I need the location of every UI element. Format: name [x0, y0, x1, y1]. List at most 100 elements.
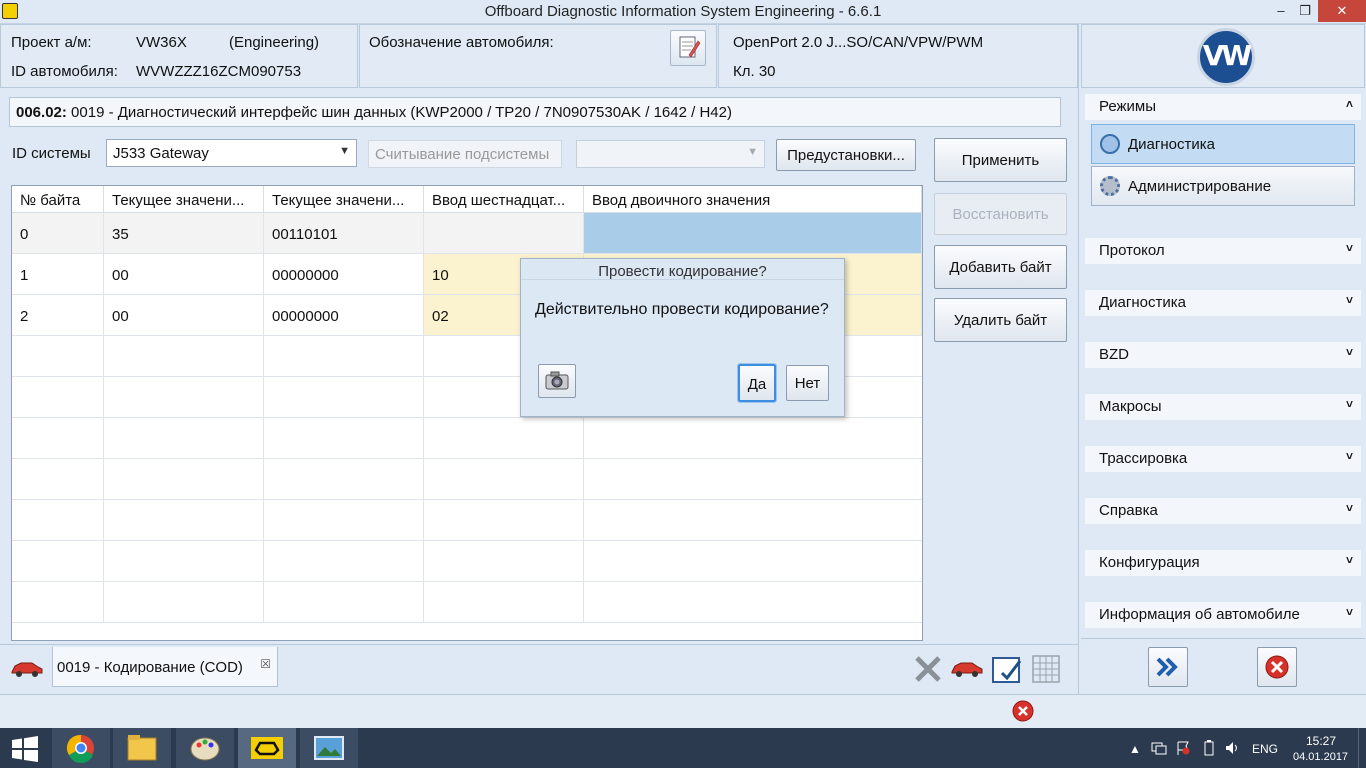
clock-date[interactable]: 04.01.2017 [1293, 751, 1348, 763]
car-icon[interactable] [950, 657, 984, 679]
language-indicator[interactable]: ENG [1252, 742, 1278, 756]
photo-icon [314, 736, 344, 760]
show-desktop-button[interactable] [1358, 728, 1366, 768]
read-subsystem-label: Считывание подсистемы [375, 146, 550, 163]
network-icon[interactable] [1150, 740, 1168, 756]
taskbar-photos[interactable] [300, 728, 358, 768]
section-vehicle-info[interactable]: Информация об автомобиле ˅ [1085, 602, 1361, 628]
chevron-down-icon: ˅ [1345, 397, 1353, 411]
section-trace[interactable]: Трассировка ˅ [1085, 446, 1361, 472]
mode-administration-button[interactable]: Администрирование [1091, 166, 1355, 206]
column-header-byte-no[interactable]: № байта [12, 186, 104, 213]
terminal-status: Кл. 30 [733, 63, 776, 80]
chevron-down-icon: ˅ [1345, 241, 1353, 255]
chevron-down-icon: ˅ [1345, 345, 1353, 359]
vin-value: WVWZZZ16ZCM090753 [136, 63, 302, 80]
windows-start-icon[interactable] [10, 736, 40, 762]
tab-close-icon[interactable]: ☒ [260, 657, 271, 671]
close-window-button[interactable]: ✕ [1318, 0, 1366, 22]
tools-icon[interactable] [912, 653, 944, 685]
add-byte-button[interactable]: Добавить байт [934, 245, 1067, 289]
table-row[interactable]: 0 35 00110101 [12, 213, 922, 254]
empty-table-row [12, 541, 922, 582]
column-header-current-binary[interactable]: Текущее значени... [264, 186, 424, 213]
column-header-current-hex[interactable]: Текущее значени... [104, 186, 264, 213]
status-bar [0, 694, 1366, 728]
headline-text: 0019 - Диагностический интерфейс шин дан… [66, 104, 732, 121]
tray-expand-icon[interactable]: ▲ [1129, 742, 1141, 756]
section-help[interactable]: Справка ˅ [1085, 498, 1361, 524]
system-id-select[interactable]: J533 Gateway ▼ [106, 139, 357, 167]
delete-byte-button[interactable]: Удалить байт [934, 298, 1067, 342]
section-label: Конфигурация [1099, 554, 1200, 571]
taskbar-chrome[interactable] [52, 728, 110, 768]
no-button[interactable]: Нет [786, 365, 829, 401]
current-hex-cell: 00 [104, 254, 264, 294]
engine-warning-icon [251, 737, 283, 759]
checklist-icon[interactable] [990, 653, 1024, 687]
windows-taskbar: ▲ ENG 15:27 04.01.2017 [0, 728, 1366, 768]
camera-icon [545, 371, 569, 390]
project-value: VW36X [136, 34, 187, 51]
edit-notes-button[interactable] [670, 30, 706, 66]
hex-input-cell[interactable] [424, 213, 584, 253]
error-status-icon[interactable] [1011, 699, 1035, 723]
chevron-down-icon: ˅ [1345, 501, 1353, 515]
chevron-down-icon: ˅ [1345, 553, 1353, 567]
current-hex-cell: 35 [104, 213, 264, 253]
section-protocol[interactable]: Протокол ˅ [1085, 238, 1361, 264]
vehicle-designation-panel: 006.02: Обозначение автомобиля: [359, 24, 717, 88]
restore-button[interactable]: Восстановить [934, 193, 1067, 235]
clock-time[interactable]: 15:27 [1306, 734, 1336, 748]
section-macros[interactable]: Макросы ˅ [1085, 394, 1361, 420]
volume-icon[interactable] [1224, 740, 1240, 756]
yes-button[interactable]: Да [737, 363, 777, 403]
tab-coding[interactable]: 0019 - Кодирование (COD) ☒ [52, 647, 278, 687]
column-header-binary-input[interactable]: Ввод двоичного значения [584, 186, 922, 213]
current-binary-cell: 00000000 [264, 295, 424, 335]
project-label: Проект а/м: [11, 34, 92, 51]
system-id-value: J533 Gateway [113, 145, 209, 162]
tab-label: 0019 - Кодирование (COD) [57, 659, 243, 676]
taskbar-odis[interactable] [238, 728, 296, 768]
forward-button[interactable] [1148, 647, 1188, 687]
battery-icon[interactable] [1203, 740, 1215, 756]
vw-logo-icon: VW [1197, 28, 1255, 86]
empty-table-row [12, 582, 922, 623]
restore-button[interactable]: ❐ [1288, 0, 1322, 22]
cancel-button[interactable] [1257, 647, 1297, 687]
column-header-hex-input[interactable]: Ввод шестнадцат... [424, 186, 584, 213]
section-modes-header[interactable]: Режимы ˄ [1085, 94, 1361, 120]
apply-button[interactable]: Применить [934, 138, 1067, 182]
flag-icon[interactable] [1175, 740, 1191, 756]
control-unit-headline: 006.02: 0019 - Диагностический интерфейс… [9, 97, 1061, 127]
section-label: Информация об автомобиле [1099, 606, 1300, 623]
section-bzd[interactable]: BZD ˅ [1085, 342, 1361, 368]
grid-icon[interactable] [1030, 653, 1062, 685]
mode-label: Администрирование [1128, 178, 1272, 195]
read-subsystem-button[interactable]: Считывание подсистемы [368, 140, 562, 168]
empty-table-row [12, 500, 922, 541]
dialog-title: Провести кодирование? [598, 263, 767, 280]
subsystem-select[interactable]: ▼ [576, 140, 765, 168]
window-title-bar: Offboard Diagnostic Information System E… [0, 0, 1366, 24]
brand-logo-box: VW [1081, 24, 1365, 88]
binary-input-cell[interactable] [584, 213, 922, 253]
section-label: Макросы [1099, 398, 1162, 415]
vehicle-designation-label: Обозначение автомобиля: [369, 34, 554, 51]
confirm-coding-dialog: Провести кодирование? Действительно пров… [520, 258, 845, 417]
chevron-down-icon: ˅ [1345, 605, 1353, 619]
taskbar-explorer[interactable] [113, 728, 171, 768]
screenshot-button[interactable] [538, 364, 576, 398]
chevron-down-icon: ˅ [1345, 293, 1353, 307]
chrome-icon [66, 734, 94, 763]
taskbar-paint[interactable] [176, 728, 234, 768]
mode-diagnostics-button[interactable]: Диагностика [1091, 124, 1355, 164]
section-diagnostics[interactable]: Диагностика ˅ [1085, 290, 1361, 316]
window-title: Offboard Diagnostic Information System E… [484, 3, 882, 20]
section-configuration[interactable]: Конфигурация ˅ [1085, 550, 1361, 576]
section-label: Диагностика [1099, 294, 1186, 311]
session-tab-bar: 0019 - Кодирование (COD) ☒ [0, 644, 1078, 694]
section-label: Режимы [1099, 98, 1157, 115]
presets-button[interactable]: Предустановки... [776, 139, 916, 171]
